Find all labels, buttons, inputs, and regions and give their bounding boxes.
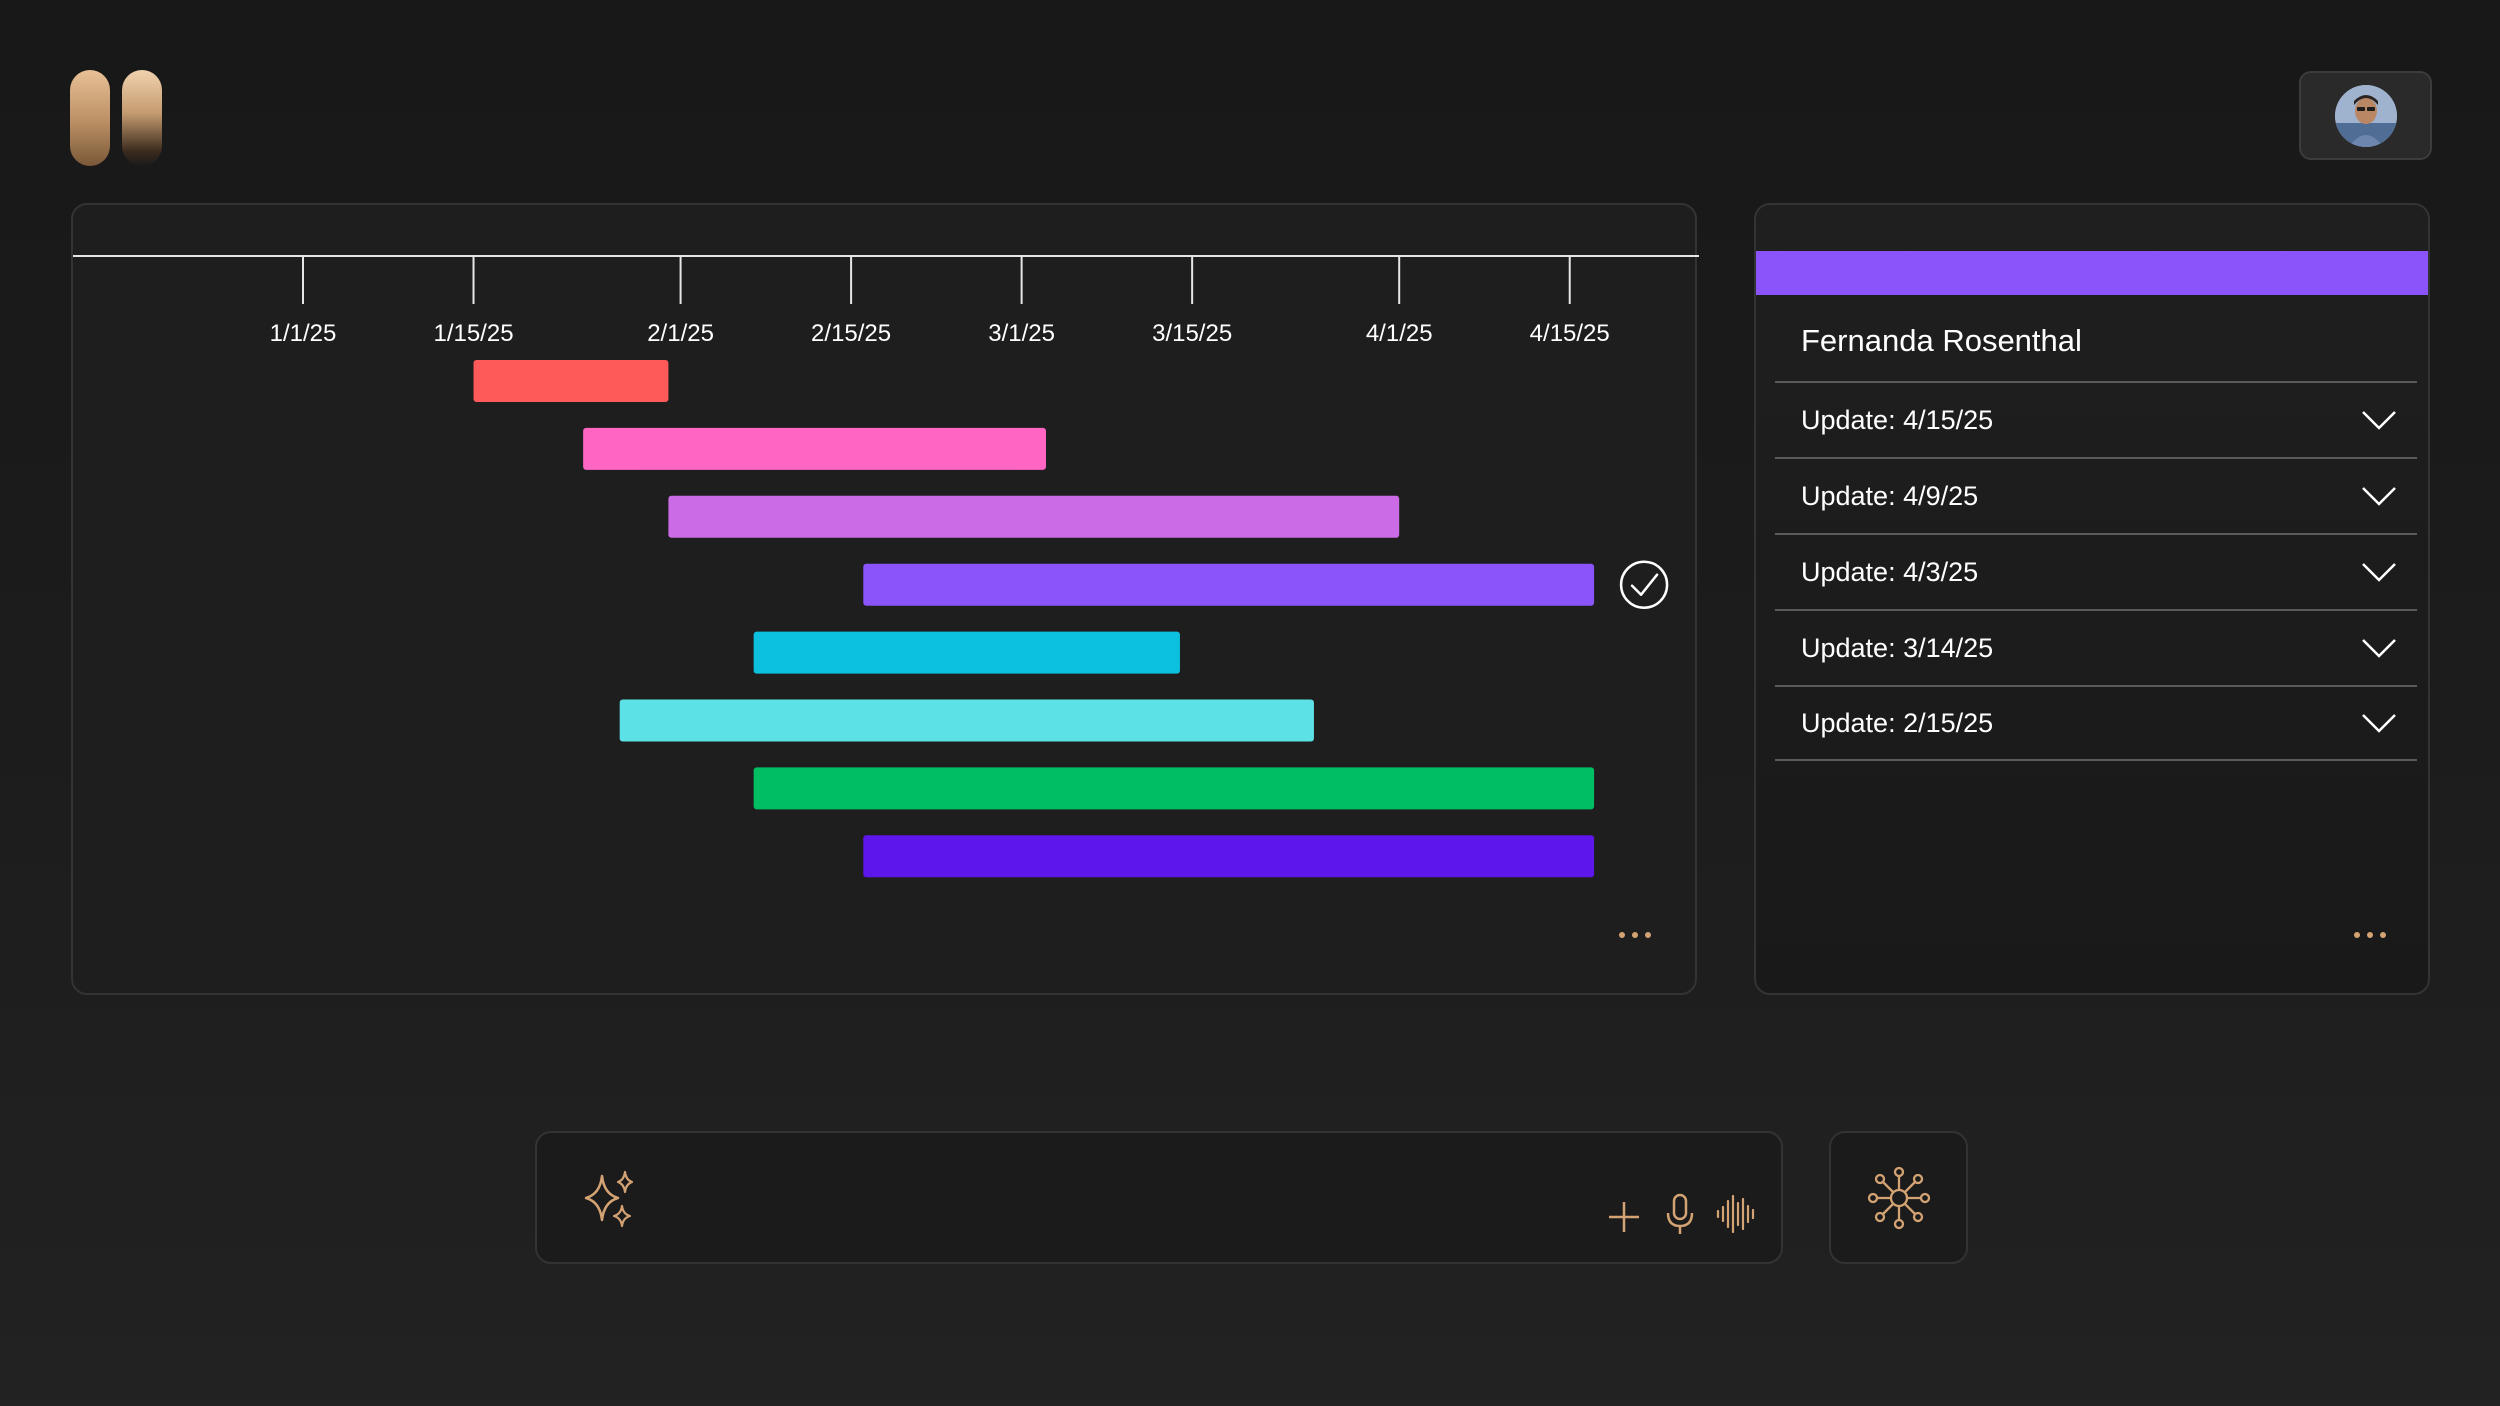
updates-panel: Fernanda Rosenthal Update: 4/15/25 Updat… <box>1754 203 2430 995</box>
network-hub-button[interactable] <box>1829 1131 1968 1264</box>
gantt-chart-panel: 1/1/25 1/15/25 2/1/25 2/15/25 3/1/25 3/15/25 4… <box>71 203 1699 995</box>
logo-bar-left <box>70 70 110 166</box>
waveform-icon[interactable] <box>1715 1193 1757 1235</box>
check-mark-icon <box>1630 573 1659 596</box>
sparkle-icon <box>584 1170 634 1228</box>
timeline-tick-label: 1/1/25 <box>270 320 337 347</box>
update-item[interactable]: Update: 3/14/25 <box>1775 609 2417 685</box>
timeline-tick-label: 4/1/25 <box>1366 320 1433 347</box>
update-list: Update: 4/15/25 Update: 4/9/25 Update: 4… <box>1775 381 2417 761</box>
gantt-bar <box>619 699 1314 742</box>
chevron-down-icon <box>2362 487 2396 506</box>
timeline-tick-label: 3/1/25 <box>988 320 1055 347</box>
update-item-label: Update: 4/3/25 <box>1801 556 1979 587</box>
gantt-bar <box>753 631 1180 674</box>
network-hub-icon <box>1867 1166 1930 1229</box>
chevron-down-icon <box>2362 563 2396 582</box>
check-circle-icon <box>1619 560 1669 609</box>
timeline-tick-label: 2/15/25 <box>811 320 891 347</box>
timeline-tick-label: 2/1/25 <box>647 320 714 347</box>
timeline-tick-label: 1/15/25 <box>433 320 513 347</box>
gantt-bar <box>583 427 1046 470</box>
profile-button[interactable] <box>2299 71 2432 160</box>
updates-header-bar <box>1756 251 2428 295</box>
update-item-label: Update: 2/15/25 <box>1801 707 1994 738</box>
update-item[interactable]: Update: 2/15/25 <box>1775 685 2417 761</box>
gantt-more-button[interactable] <box>1619 932 1651 938</box>
gantt-bar <box>863 563 1595 606</box>
brand-logo-icon <box>70 70 164 166</box>
prompt-input[interactable] <box>647 1169 1507 1229</box>
gantt-bar <box>863 835 1595 878</box>
update-item-label: Update: 4/15/25 <box>1801 404 1994 435</box>
update-item[interactable]: Update: 4/15/25 <box>1775 381 2417 457</box>
plus-icon[interactable] <box>1606 1199 1642 1235</box>
gantt-chart: 1/1/25 1/15/25 2/1/25 2/15/25 3/1/25 3/15/25 4… <box>73 255 1699 878</box>
person-name: Fernanda Rosenthal <box>1801 323 2082 358</box>
gantt-bar <box>753 767 1595 810</box>
prompt-bar <box>535 1131 1783 1264</box>
gantt-bar <box>473 360 669 402</box>
gantt-bar <box>668 495 1400 538</box>
user-avatar <box>2334 84 2397 147</box>
update-item[interactable]: Update: 4/9/25 <box>1775 457 2417 533</box>
logo-bar-right <box>122 70 162 166</box>
update-item-label: Update: 4/9/25 <box>1801 480 1979 511</box>
timeline-tick-label: 4/15/25 <box>1530 320 1610 347</box>
chevron-down-icon <box>2362 639 2396 658</box>
chevron-down-icon <box>2362 411 2396 430</box>
chevron-down-icon <box>2362 714 2396 733</box>
update-item-label: Update: 3/14/25 <box>1801 632 1994 663</box>
updates-more-button[interactable] <box>2354 932 2386 938</box>
timeline-tick-label: 3/15/25 <box>1152 320 1232 347</box>
update-item[interactable]: Update: 4/3/25 <box>1775 533 2417 609</box>
microphone-icon[interactable] <box>1665 1192 1695 1236</box>
